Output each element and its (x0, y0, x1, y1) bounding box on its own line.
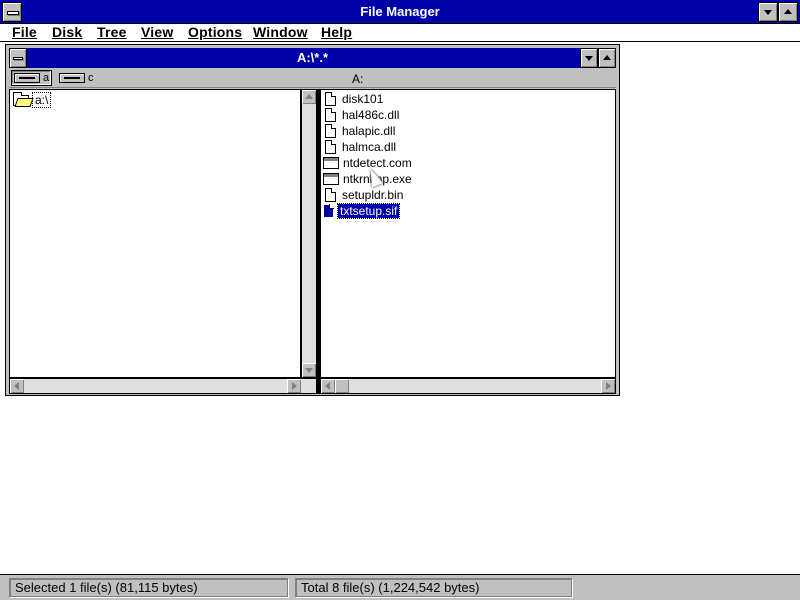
floppy-drive-icon (14, 73, 40, 83)
file-name: halmca.dll (342, 140, 397, 154)
program-icon (323, 173, 339, 185)
file-name: ntdetect.com (343, 156, 412, 170)
file-item-halmca[interactable]: halmca.dll (325, 139, 398, 155)
file-name: hal486c.dll (342, 108, 400, 122)
total-files-status: Total 8 file(s) (1,224,542 bytes) (295, 578, 572, 597)
scroll-right-icon (606, 382, 611, 390)
scroll-up-icon (305, 94, 313, 99)
minimize-icon (764, 10, 772, 15)
files-scroll-right-button[interactable] (601, 379, 615, 393)
child-maximize-icon (603, 55, 611, 60)
tree-item-root[interactable]: a:\ (13, 91, 52, 108)
files-scroll-left-button[interactable] (321, 379, 335, 393)
menu-window[interactable]: Window (253, 24, 308, 40)
file-name: setupldr.bin (342, 188, 404, 202)
scroll-left-icon (14, 382, 19, 390)
document-icon (325, 140, 336, 154)
drive-a-label: a (43, 72, 50, 84)
document-icon (323, 204, 334, 218)
scroll-down-icon (305, 368, 313, 373)
file-list-pane[interactable]: disk101 hal486c.dll halapic.dll halmca.d… (320, 89, 616, 378)
files-scroll-thumb[interactable] (335, 379, 349, 393)
scroll-right-icon (292, 382, 297, 390)
child-minimize-button[interactable] (580, 48, 598, 68)
directory-window: A:\*.* a c A: a:\ disk101 hal486c.dll ha… (5, 44, 620, 396)
scroll-left-icon (325, 382, 330, 390)
file-item-hal486c[interactable]: hal486c.dll (325, 107, 401, 123)
menu-file[interactable]: File (12, 24, 37, 40)
minimize-button[interactable] (758, 2, 778, 22)
file-item-txtsetup[interactable]: txtsetup.sif (323, 203, 401, 219)
tree-vertical-scrollbar[interactable] (301, 89, 317, 378)
status-bar: Selected 1 file(s) (81,115 bytes) Total … (0, 574, 800, 600)
document-icon (325, 92, 336, 106)
program-icon (323, 157, 339, 169)
menu-window-label: Window (253, 24, 308, 40)
maximize-icon (784, 9, 792, 14)
file-item-halapic[interactable]: halapic.dll (325, 123, 397, 139)
tree-scroll-up-button[interactable] (302, 90, 316, 104)
drive-c[interactable]: c (57, 70, 96, 86)
menu-file-label: File (12, 24, 37, 40)
child-minimize-icon (585, 56, 593, 61)
drive-a[interactable]: a (11, 70, 53, 86)
app-title: File Manager (360, 4, 440, 19)
document-icon (325, 124, 336, 138)
menu-disk-label: Disk (52, 24, 83, 40)
menu-disk[interactable]: Disk (52, 24, 82, 40)
drive-bar: a c A: (9, 68, 616, 88)
menu-help[interactable]: Help (321, 24, 352, 40)
document-icon (325, 108, 336, 122)
maximize-button[interactable] (778, 2, 798, 22)
tree-scroll-down-button[interactable] (302, 363, 316, 377)
menu-tree-label: Tree (97, 24, 127, 40)
file-item-disk101[interactable]: disk101 (325, 91, 385, 107)
file-name: disk101 (342, 92, 384, 106)
file-item-setupldr[interactable]: setupldr.bin (325, 187, 405, 203)
hard-drive-icon (59, 73, 85, 83)
drive-c-label: c (88, 72, 94, 84)
document-icon (325, 188, 336, 202)
menu-bar: File Disk Tree View Options Window Help (0, 24, 800, 42)
file-name: halapic.dll (342, 124, 396, 138)
menu-options-label: Options (188, 24, 243, 40)
file-name: txtsetup.sif (336, 203, 401, 219)
menu-options[interactable]: Options (188, 24, 242, 40)
menu-view-label: View (141, 24, 174, 40)
tree-item-label: a:\ (32, 92, 52, 108)
directory-window-title-bar: A:\*.* (9, 48, 616, 68)
open-folder-icon (13, 91, 29, 106)
menu-view[interactable]: View (141, 24, 173, 40)
current-path-label: A: (352, 72, 364, 86)
directory-window-title: A:\*.* (296, 50, 329, 65)
menu-help-label: Help (321, 24, 353, 40)
child-maximize-button[interactable] (598, 48, 616, 68)
directory-tree-pane[interactable]: a:\ (9, 89, 301, 378)
tree-scroll-left-button[interactable] (10, 379, 24, 393)
tree-scroll-right-button[interactable] (287, 379, 301, 393)
menu-tree[interactable]: Tree (97, 24, 127, 40)
app-title-bar: File Manager (0, 0, 800, 24)
files-horizontal-scrollbar[interactable] (320, 378, 616, 394)
tree-horizontal-scrollbar[interactable] (9, 378, 317, 394)
selected-files-status: Selected 1 file(s) (81,115 bytes) (9, 578, 288, 597)
